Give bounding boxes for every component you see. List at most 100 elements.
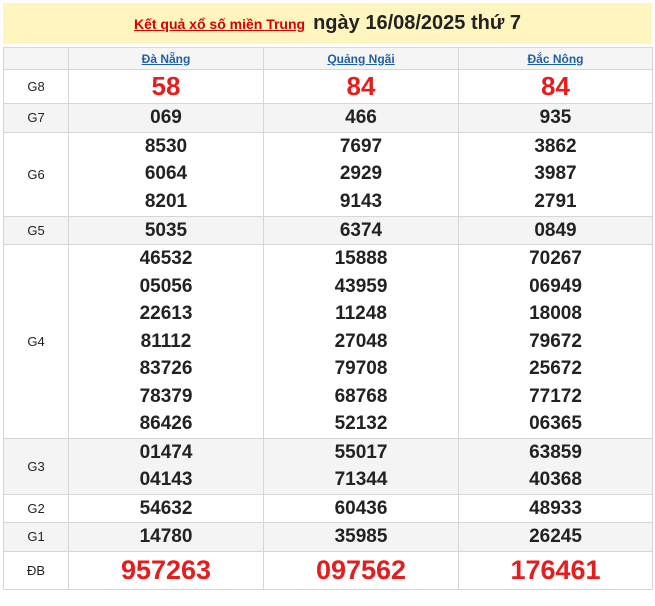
prize-row-g6: G6 8530 6064 8201 7697 2929 9143 3862 39… — [3, 131, 653, 217]
result-number: 83726 — [139, 358, 193, 379]
result-cell: 069 — [68, 103, 264, 133]
result-cell: 63859 40368 — [458, 437, 653, 495]
result-number: 86426 — [139, 413, 193, 434]
draw-date-title: ngày 16/08/2025 thứ 7 — [313, 12, 522, 34]
result-cell: 58 — [68, 69, 264, 104]
prize-label: G6 — [3, 131, 69, 217]
result-number: 70267 — [529, 248, 582, 269]
result-number: 8201 — [144, 190, 188, 212]
result-cell: 15888 43959 11248 27048 79708 68768 5213… — [263, 244, 459, 439]
result-number: 71344 — [334, 469, 388, 490]
result-cell: 176461 — [458, 550, 653, 590]
prize-row-g3: G3 01474 04143 55017 71344 63859 40368 — [3, 437, 653, 495]
result-number: 25672 — [529, 358, 582, 379]
prize-label: ĐB — [3, 550, 69, 590]
prize-row-g4: G4 46532 05056 22613 81112 83726 78379 8… — [3, 244, 653, 439]
result-cell: 5035 — [68, 215, 264, 245]
result-cell: 84 — [263, 69, 459, 104]
result-number: 069 — [150, 107, 182, 128]
result-number: 9143 — [339, 190, 383, 212]
prize-label: G2 — [3, 493, 69, 523]
result-number: 46532 — [139, 248, 193, 269]
result-number: 78379 — [139, 385, 193, 407]
result-number: 3987 — [534, 163, 577, 185]
result-number: 14780 — [139, 526, 193, 547]
prize-row-g2: G2 54632 60436 48933 — [3, 493, 653, 523]
result-cell: 46532 05056 22613 81112 83726 78379 8642… — [68, 244, 264, 439]
result-number: 5035 — [144, 219, 188, 241]
result-number: 35985 — [334, 526, 388, 547]
result-number: 3862 — [534, 135, 577, 157]
result-number: 77172 — [529, 385, 582, 407]
prize-column-header — [3, 47, 69, 70]
result-number: 05056 — [139, 275, 193, 297]
prize-label: G5 — [3, 215, 69, 245]
result-number: 8530 — [144, 135, 188, 157]
result-cell: 935 — [458, 103, 653, 133]
lottery-results-table: Đà Nẵng Quảng Ngãi Đắc Nông G8 58 84 84 … — [3, 47, 653, 590]
result-cell: 54632 — [68, 493, 264, 523]
result-number: 04143 — [139, 469, 193, 490]
result-number: 935 — [539, 107, 572, 128]
result-cell: 3862 3987 2791 — [458, 131, 653, 217]
result-number: 11248 — [335, 303, 387, 324]
province-header: Đà Nẵng — [68, 47, 264, 70]
result-cell: 48933 — [458, 493, 653, 523]
prize-label: G1 — [3, 522, 69, 552]
result-cell: 7697 2929 9143 — [263, 131, 459, 217]
result-number: 26245 — [529, 526, 582, 547]
result-number: 58 — [151, 71, 181, 101]
result-number: 55017 — [334, 441, 388, 463]
result-number: 466 — [345, 107, 377, 128]
result-cell: 26245 — [458, 522, 653, 552]
result-number: 15888 — [334, 248, 388, 269]
province-header-row: Đà Nẵng Quảng Ngãi Đắc Nông — [3, 47, 653, 70]
results-page: Kết quả xổ số miền Trung ngày 16/08/2025… — [0, 0, 655, 606]
result-cell: 01474 04143 — [68, 437, 264, 495]
result-number: 6374 — [339, 219, 383, 241]
prize-row-g7: G7 069 466 935 — [3, 103, 653, 133]
result-number: 79708 — [334, 358, 388, 379]
prize-label: G8 — [3, 69, 69, 104]
result-number: 79672 — [529, 330, 582, 352]
prize-row-special: ĐB 957263 097562 176461 — [3, 550, 653, 590]
result-cell: 35985 — [263, 522, 459, 552]
result-number: 0849 — [534, 219, 577, 241]
result-number: 54632 — [139, 497, 193, 519]
result-number: 43959 — [334, 275, 388, 297]
result-number: 63859 — [529, 441, 582, 463]
result-number: 48933 — [529, 497, 582, 519]
province-header: Đắc Nông — [458, 47, 653, 70]
results-header: Kết quả xổ số miền Trung ngày 16/08/2025… — [3, 3, 652, 44]
result-number: 22613 — [139, 303, 193, 324]
result-number: 84 — [346, 71, 376, 101]
prize-label: G4 — [3, 244, 69, 439]
result-cell: 14780 — [68, 522, 264, 552]
result-number: 2791 — [534, 190, 577, 212]
result-cell: 957263 — [68, 550, 264, 590]
result-cell: 55017 71344 — [263, 437, 459, 495]
result-number: 40368 — [529, 469, 582, 490]
result-cell: 097562 — [263, 550, 459, 590]
prize-label: G3 — [3, 437, 69, 495]
region-results-link[interactable]: Kết quả xổ số miền Trung — [134, 16, 305, 32]
result-cell: 8530 6064 8201 — [68, 131, 264, 217]
result-number: 6064 — [144, 163, 188, 185]
result-number: 2929 — [339, 163, 383, 185]
province-link[interactable]: Đắc Nông — [527, 52, 583, 66]
result-number: 81112 — [140, 330, 192, 352]
result-number: 52132 — [334, 413, 388, 434]
result-number: 7697 — [339, 135, 383, 157]
result-number: 27048 — [334, 330, 388, 352]
result-cell: 60436 — [263, 493, 459, 523]
result-number: 84 — [541, 71, 570, 101]
result-number: 01474 — [139, 441, 193, 463]
result-cell: 84 — [458, 69, 653, 104]
result-number: 06949 — [529, 275, 582, 297]
result-number: 18008 — [529, 303, 582, 324]
special-prize-number: 176461 — [510, 555, 601, 585]
result-cell: 0849 — [458, 215, 653, 245]
province-link[interactable]: Đà Nẵng — [142, 52, 191, 66]
prize-row-g8: G8 58 84 84 — [3, 69, 653, 104]
province-link[interactable]: Quảng Ngãi — [327, 52, 394, 66]
